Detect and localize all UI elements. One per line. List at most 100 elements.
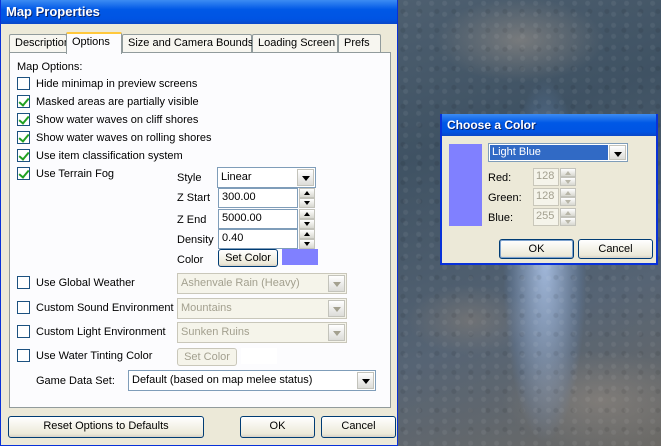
tab-size-camera-bounds[interactable]: Size and Camera Bounds: [122, 34, 253, 53]
checkbox-box[interactable]: [17, 276, 30, 289]
fog-z-end-input[interactable]: 5000.00: [218, 209, 298, 229]
chevron-down-icon[interactable]: [328, 275, 345, 292]
red-input[interactable]: 128: [533, 168, 559, 186]
checkbox-global-weather[interactable]: Use Global Weather: [17, 276, 135, 289]
ok-button[interactable]: OK: [240, 416, 315, 438]
chevron-down-icon[interactable]: [609, 145, 626, 160]
checkbox-box[interactable]: [17, 167, 30, 180]
spin-down-icon[interactable]: [560, 197, 576, 206]
color-preview-swatch: [449, 144, 482, 226]
game-data-set-value: Default (based on map melee status): [132, 374, 313, 386]
spin-up-icon[interactable]: [560, 188, 576, 197]
red-stepper[interactable]: 128: [533, 168, 578, 188]
spin-up-icon[interactable]: [299, 188, 315, 198]
spin-buttons[interactable]: [299, 209, 315, 229]
chevron-down-icon[interactable]: [297, 169, 314, 186]
fog-density-stepper[interactable]: 0.40: [218, 229, 318, 249]
checkbox-label: Custom Sound Environment: [36, 301, 174, 314]
checkbox-box[interactable]: [17, 113, 30, 126]
fog-color-swatch: [282, 249, 318, 265]
checkbox-light-environment[interactable]: Custom Light Environment: [17, 325, 166, 338]
chevron-down-icon[interactable]: [328, 324, 345, 341]
spin-buttons[interactable]: [299, 229, 315, 249]
fog-z-start-stepper[interactable]: 300.00: [218, 188, 318, 208]
spin-up-icon[interactable]: [299, 209, 315, 219]
checkbox-label: Custom Light Environment: [36, 325, 166, 338]
checkbox-label: Use Water Tinting Color: [36, 349, 153, 362]
game-data-set-select[interactable]: Default (based on map melee status): [128, 370, 376, 391]
fog-density-input[interactable]: 0.40: [218, 229, 298, 249]
fog-z-end-stepper[interactable]: 5000.00: [218, 209, 318, 229]
water-tint-color-swatch: [241, 348, 277, 364]
fog-z-start-label: Z Start: [177, 192, 211, 204]
checkbox-box[interactable]: [17, 325, 30, 338]
choose-color-dialog: Choose a Color Light Blue Red: 128 Green…: [440, 114, 658, 265]
spin-down-icon[interactable]: [560, 217, 576, 226]
color-preset-select[interactable]: Light Blue: [488, 143, 628, 162]
reset-options-button[interactable]: Reset Options to Defaults: [8, 416, 204, 438]
options-panel: Map Options: Hide minimap in preview scr…: [9, 52, 391, 408]
dialog-cancel-button[interactable]: Cancel: [578, 239, 653, 259]
game-data-set-label: Game Data Set:: [36, 375, 115, 387]
fog-z-end-label: Z End: [177, 214, 207, 226]
checkbox-masked-areas[interactable]: Masked areas are partially visible: [17, 95, 199, 108]
blue-input[interactable]: 255: [533, 208, 559, 226]
checkbox-label: Masked areas are partially visible: [36, 95, 199, 108]
checkbox-box[interactable]: [17, 95, 30, 108]
water-tint-set-color-button[interactable]: Set Color: [177, 348, 237, 366]
checkbox-item-classification[interactable]: Use item classification system: [17, 149, 183, 162]
checkbox-terrain-fog[interactable]: Use Terrain Fog: [17, 167, 114, 180]
tab-loading-screen[interactable]: Loading Screen: [252, 34, 338, 53]
blue-stepper[interactable]: 255: [533, 208, 578, 228]
dialog-title[interactable]: Choose a Color: [442, 114, 656, 136]
map-options-label: Map Options:: [17, 61, 83, 73]
checkbox-box[interactable]: [17, 349, 30, 362]
checkbox-label: Hide minimap in preview screens: [36, 77, 198, 90]
checkbox-waves-rolling[interactable]: Show water waves on rolling shores: [17, 131, 211, 144]
green-stepper[interactable]: 128: [533, 188, 578, 208]
checkbox-box[interactable]: [17, 131, 30, 144]
fog-style-value: Linear: [221, 171, 252, 183]
spin-buttons[interactable]: [560, 208, 576, 226]
checkbox-water-tinting[interactable]: Use Water Tinting Color: [17, 349, 152, 362]
dialog-ok-button[interactable]: OK: [499, 239, 574, 259]
spin-buttons[interactable]: [560, 168, 576, 186]
fog-z-start-input[interactable]: 300.00: [218, 188, 298, 208]
fog-set-color-button[interactable]: Set Color: [218, 249, 278, 267]
light-environment-select[interactable]: Sunken Ruins: [177, 322, 347, 343]
tab-options[interactable]: Options: [66, 32, 122, 54]
checkbox-label: Use Terrain Fog: [36, 167, 115, 180]
checkbox-box[interactable]: [17, 77, 30, 90]
checkbox-label: Use item classification system: [36, 149, 183, 162]
spin-buttons[interactable]: [299, 188, 315, 208]
window-title[interactable]: Map Properties: [1, 0, 397, 24]
fog-style-select[interactable]: Linear: [217, 167, 316, 188]
chevron-down-icon[interactable]: [357, 372, 374, 389]
checkbox-box[interactable]: [17, 301, 30, 314]
spin-buttons[interactable]: [560, 188, 576, 206]
spin-down-icon[interactable]: [560, 177, 576, 186]
checkbox-sound-environment[interactable]: Custom Sound Environment: [17, 301, 174, 314]
checkbox-hide-minimap[interactable]: Hide minimap in preview screens: [17, 77, 197, 90]
spin-up-icon[interactable]: [299, 229, 315, 239]
chevron-down-icon[interactable]: [328, 300, 345, 317]
sound-environment-select[interactable]: Mountains: [177, 298, 347, 319]
global-weather-select[interactable]: Ashenvale Rain (Heavy): [177, 273, 347, 294]
map-properties-window: Map Properties Description Options Size …: [0, 0, 398, 446]
checkbox-box[interactable]: [17, 149, 30, 162]
tab-description[interactable]: Description: [9, 34, 70, 53]
spin-down-icon[interactable]: [299, 239, 315, 249]
cancel-button[interactable]: Cancel: [321, 416, 396, 438]
tab-prefs[interactable]: Prefs: [338, 34, 381, 53]
checkbox-waves-cliff[interactable]: Show water waves on cliff shores: [17, 113, 198, 126]
spin-down-icon[interactable]: [299, 219, 315, 229]
color-preset-value: Light Blue: [490, 145, 608, 160]
checkbox-label: Use Global Weather: [36, 276, 135, 289]
spin-up-icon[interactable]: [560, 208, 576, 217]
fog-density-label: Density: [177, 234, 214, 246]
green-label: Green:: [488, 192, 522, 204]
green-input[interactable]: 128: [533, 188, 559, 206]
spin-up-icon[interactable]: [560, 168, 576, 177]
spin-down-icon[interactable]: [299, 198, 315, 208]
checkbox-label: Show water waves on cliff shores: [36, 113, 199, 126]
